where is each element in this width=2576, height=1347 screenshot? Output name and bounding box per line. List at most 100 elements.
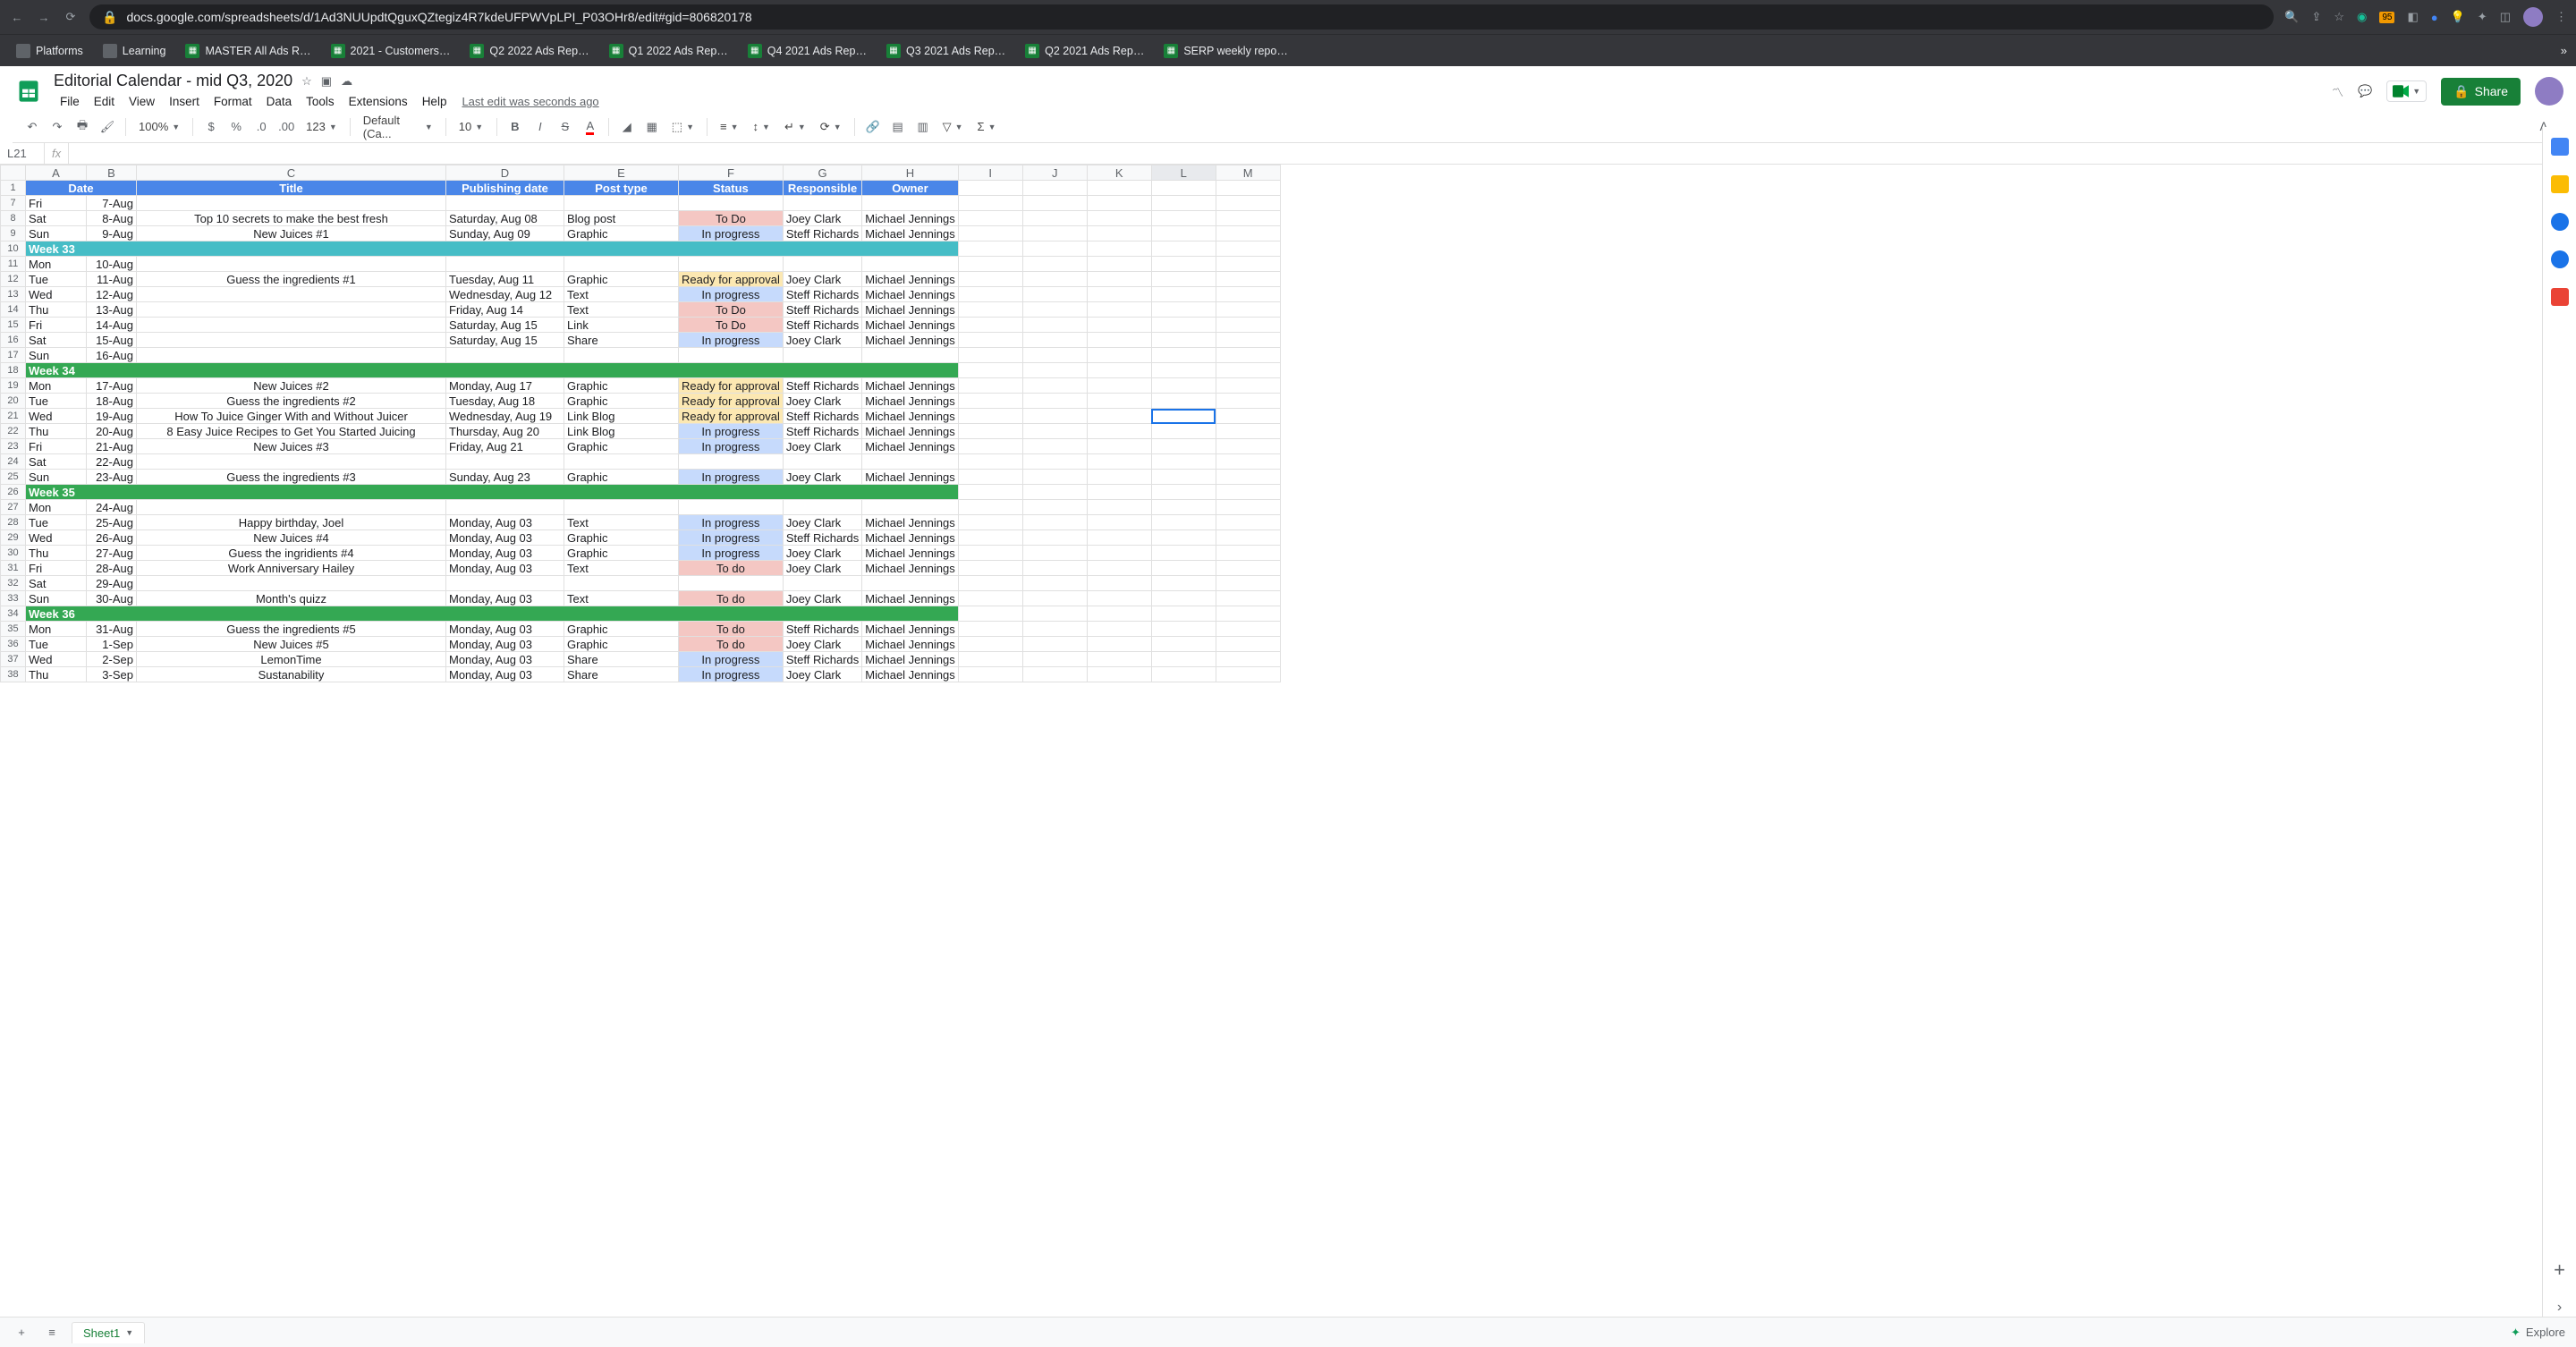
cell[interactable]: Tuesday, Aug 11	[446, 272, 564, 287]
sidepanel-icon[interactable]: ◫	[2500, 10, 2511, 24]
cell[interactable]	[958, 622, 1022, 637]
cell[interactable]	[446, 348, 564, 363]
cell[interactable]	[1087, 667, 1151, 682]
cell[interactable]	[1022, 652, 1087, 667]
cell[interactable]	[1216, 546, 1280, 561]
functions-button[interactable]: Σ▼	[972, 120, 1002, 133]
row-header[interactable]: 35	[1, 622, 26, 637]
cell[interactable]: Joey Clark	[783, 667, 861, 682]
cell[interactable]	[958, 667, 1022, 682]
header-cell[interactable]	[1216, 181, 1280, 196]
cell[interactable]: 7-Aug	[87, 196, 137, 211]
cell[interactable]: Text	[564, 515, 679, 530]
cell[interactable]: Graphic	[564, 272, 679, 287]
cell[interactable]: Graphic	[564, 378, 679, 394]
row-header[interactable]: 25	[1, 470, 26, 485]
row-header[interactable]: 18	[1, 363, 26, 378]
cell[interactable]	[564, 454, 679, 470]
redo-button[interactable]: ↷	[47, 116, 68, 138]
row-header[interactable]: 21	[1, 409, 26, 424]
cell[interactable]	[1087, 546, 1151, 561]
cell[interactable]: Fri	[26, 439, 87, 454]
cell[interactable]	[1216, 333, 1280, 348]
cell[interactable]: To do	[679, 622, 784, 637]
cell[interactable]: 24-Aug	[87, 500, 137, 515]
cell[interactable]	[958, 409, 1022, 424]
print-button[interactable]: 🖶	[72, 116, 93, 138]
cell[interactable]	[958, 530, 1022, 546]
cell[interactable]	[958, 272, 1022, 287]
cell[interactable]: Mon	[26, 378, 87, 394]
cell[interactable]	[1216, 318, 1280, 333]
cell[interactable]	[1151, 363, 1216, 378]
cell[interactable]: Saturday, Aug 15	[446, 318, 564, 333]
cell[interactable]: Steff Richards	[783, 302, 861, 318]
cell[interactable]	[1216, 500, 1280, 515]
cell[interactable]	[1022, 424, 1087, 439]
cell[interactable]: Sat	[26, 211, 87, 226]
column-header[interactable]: F	[679, 165, 784, 181]
calendar-icon[interactable]	[2551, 138, 2569, 156]
cell[interactable]	[1216, 637, 1280, 652]
cell[interactable]: Blog post	[564, 211, 679, 226]
cell[interactable]	[1151, 561, 1216, 576]
bold-button[interactable]: B	[504, 116, 526, 138]
account-avatar[interactable]	[2535, 77, 2563, 106]
cell[interactable]: Monday, Aug 03	[446, 515, 564, 530]
cell[interactable]: Month's quizz	[137, 591, 446, 606]
cell[interactable]: 8-Aug	[87, 211, 137, 226]
cell[interactable]: Sunday, Aug 23	[446, 470, 564, 485]
cell[interactable]	[1151, 272, 1216, 287]
column-header[interactable]: H	[862, 165, 958, 181]
cell[interactable]: Michael Jennings	[862, 637, 958, 652]
header-cell[interactable]	[1087, 181, 1151, 196]
cell[interactable]	[1151, 394, 1216, 409]
cell[interactable]	[1022, 485, 1087, 500]
cell[interactable]	[1216, 667, 1280, 682]
header-cell[interactable]: Responsible	[783, 181, 861, 196]
cell[interactable]	[958, 318, 1022, 333]
row-header[interactable]: 34	[1, 606, 26, 622]
cell[interactable]: Wed	[26, 530, 87, 546]
cell[interactable]: Graphic	[564, 470, 679, 485]
cell[interactable]	[1151, 302, 1216, 318]
row-header[interactable]: 14	[1, 302, 26, 318]
cell[interactable]: Michael Jennings	[862, 470, 958, 485]
cell[interactable]: Sat	[26, 333, 87, 348]
cell[interactable]	[958, 637, 1022, 652]
row-header[interactable]: 26	[1, 485, 26, 500]
font-size-dropdown[interactable]: 10▼	[453, 120, 489, 133]
cell[interactable]	[958, 439, 1022, 454]
cell[interactable]	[1216, 378, 1280, 394]
cell[interactable]	[1087, 363, 1151, 378]
cell[interactable]	[958, 546, 1022, 561]
cell[interactable]: Michael Jennings	[862, 561, 958, 576]
cell[interactable]	[783, 348, 861, 363]
cell[interactable]	[1087, 591, 1151, 606]
cell[interactable]: Joey Clark	[783, 546, 861, 561]
cell[interactable]	[1216, 196, 1280, 211]
bookmark-item[interactable]: Platforms	[9, 40, 90, 62]
cell[interactable]	[1151, 637, 1216, 652]
bookmark-item[interactable]: ▦Q1 2022 Ads Rep…	[602, 40, 735, 62]
cell[interactable]	[783, 500, 861, 515]
cell[interactable]	[1087, 470, 1151, 485]
cell[interactable]: Steff Richards	[783, 409, 861, 424]
column-header[interactable]: J	[1022, 165, 1087, 181]
cell[interactable]: Mon	[26, 622, 87, 637]
column-header[interactable]: B	[87, 165, 137, 181]
menu-extensions[interactable]: Extensions	[343, 92, 414, 111]
row-header[interactable]: 23	[1, 439, 26, 454]
row-header[interactable]: 31	[1, 561, 26, 576]
share-button[interactable]: 🔒 Share	[2441, 78, 2521, 106]
cell[interactable]	[1087, 378, 1151, 394]
menu-format[interactable]: Format	[208, 92, 258, 111]
decrease-decimal-button[interactable]: .0	[250, 116, 272, 138]
cell[interactable]: Ready for approval	[679, 394, 784, 409]
cell[interactable]: Guess the ingredients #1	[137, 272, 446, 287]
header-cell[interactable]: Publishing date	[446, 181, 564, 196]
cell[interactable]: To do	[679, 561, 784, 576]
font-dropdown[interactable]: Default (Ca...▼	[358, 114, 438, 140]
cell[interactable]	[1151, 546, 1216, 561]
cell[interactable]	[137, 257, 446, 272]
